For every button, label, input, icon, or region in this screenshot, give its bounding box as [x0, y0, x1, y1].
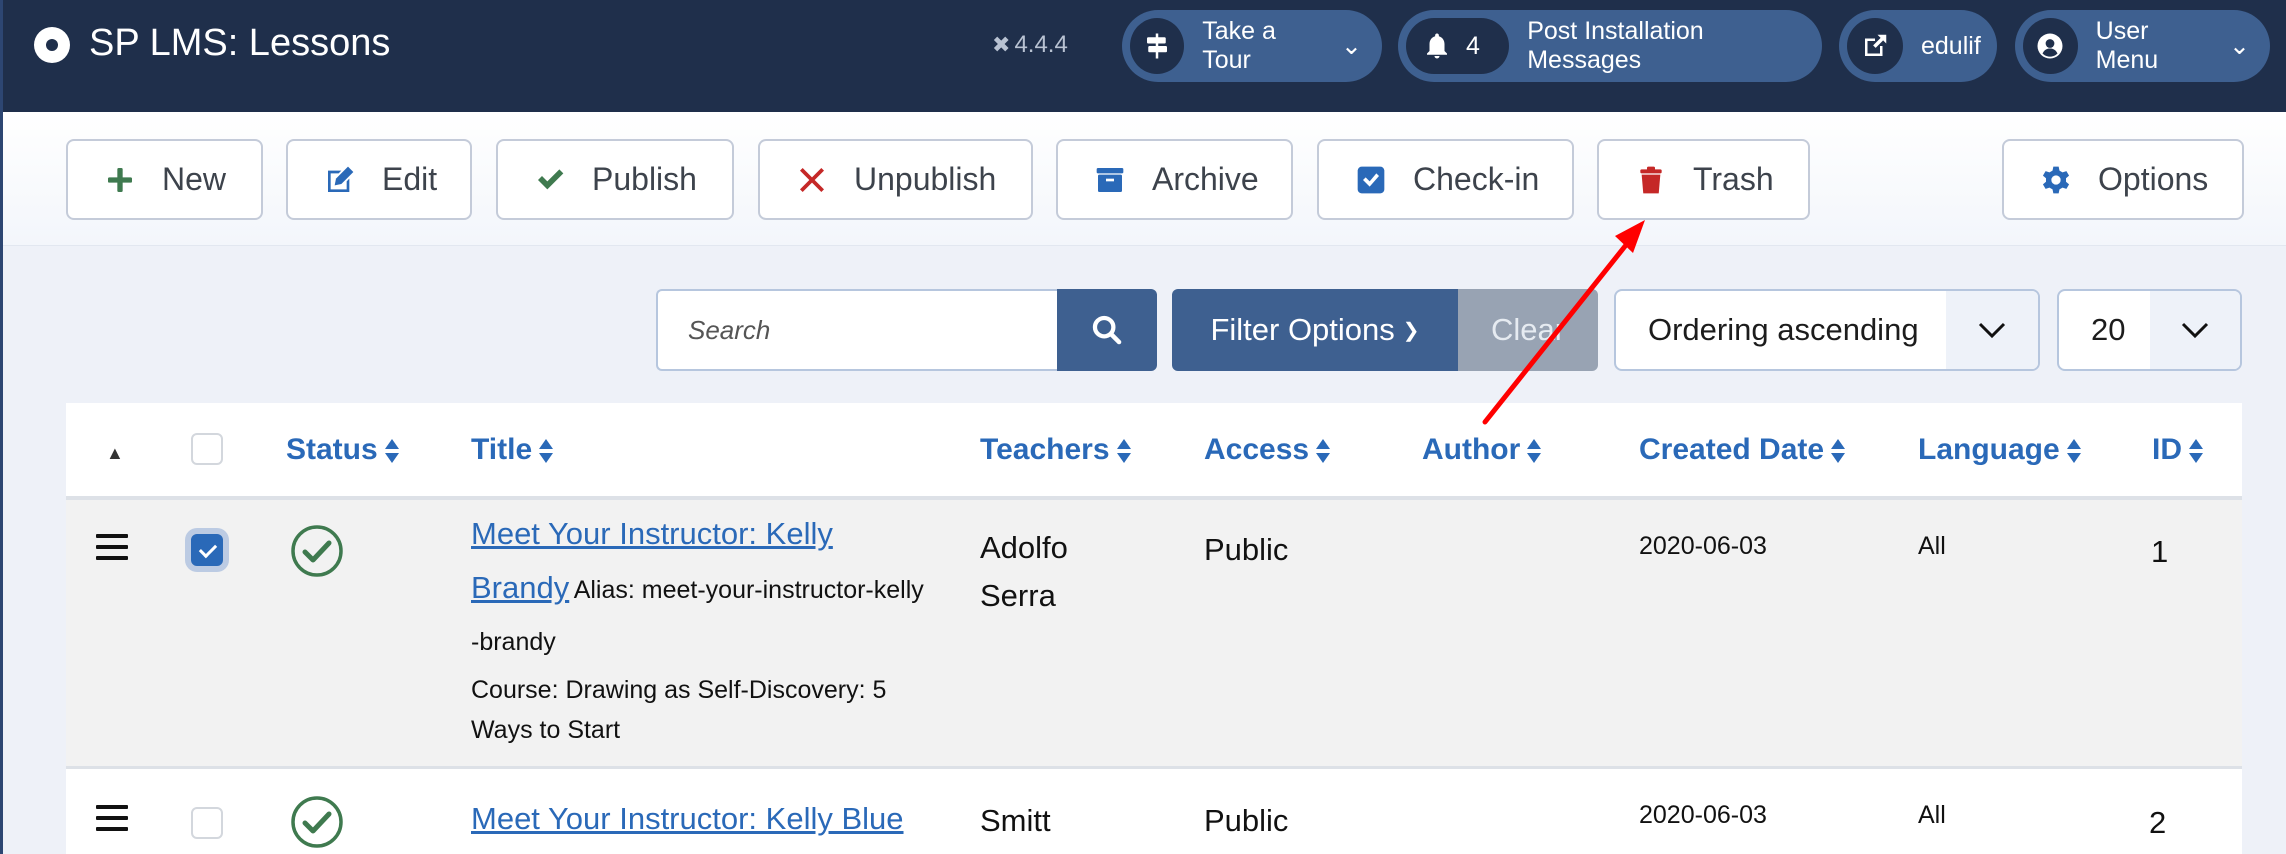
teachers-cell: Smitt — [980, 803, 1051, 838]
sort-icon — [1527, 439, 1542, 464]
published-check-icon[interactable] — [290, 795, 344, 849]
drag-handle-icon[interactable] — [96, 534, 128, 567]
bell-icon — [1427, 33, 1447, 59]
created-date-cell: 2020-06-03 — [1639, 801, 1767, 829]
trash-button[interactable]: Trash — [1597, 139, 1810, 220]
column-header-status[interactable]: Status — [286, 433, 400, 467]
gear-icon — [2038, 162, 2074, 198]
trash-icon — [1633, 162, 1669, 198]
check-icon — [532, 162, 568, 198]
ordering-select[interactable]: Ordering ascending — [1614, 289, 2040, 371]
sort-icon — [2066, 439, 2081, 464]
joomla-icon: ✖ — [992, 32, 1011, 57]
messages-count-badge: 4 — [1466, 31, 1480, 60]
lesson-course: Course: Drawing as Self-Discovery: 5 Way… — [471, 676, 887, 744]
sort-icon — [2189, 439, 2203, 464]
plus-icon — [102, 162, 138, 198]
edit-button[interactable]: Edit — [286, 139, 472, 220]
new-button[interactable]: New — [66, 139, 263, 220]
unpublish-button[interactable]: Unpublish — [758, 139, 1033, 220]
id-cell: 1 — [2151, 534, 2169, 569]
edit-icon — [322, 162, 358, 198]
published-check-icon[interactable] — [290, 524, 344, 578]
archive-button[interactable]: Archive — [1056, 139, 1293, 220]
search-field-wrapper — [656, 289, 1058, 371]
sort-icon — [1316, 439, 1331, 464]
app-header: SP LMS: Lessons ✖ 4.4.4 Take a Tour ⌄ 4 P… — [0, 0, 2286, 112]
filter-options-button[interactable]: Filter Options ❯ — [1172, 289, 1458, 371]
user-circle-icon — [2023, 18, 2078, 74]
column-header-language[interactable]: Language — [1918, 433, 2082, 467]
column-header-id[interactable]: ID — [2152, 433, 2204, 467]
lesson-title-link[interactable]: Meet Your Instructor: Kelly Blue — [471, 801, 904, 836]
table-header: ▲ Status Title Teachers Access Author Cr… — [66, 403, 2242, 500]
chevron-down-icon: ❯ — [1402, 319, 1420, 342]
take-a-tour-button[interactable]: Take a Tour ⌄ — [1122, 10, 1382, 82]
chevron-down-icon: ⌄ — [2229, 32, 2250, 60]
publish-button[interactable]: Publish — [496, 139, 734, 220]
teachers-cell: Adolfo Serra — [980, 530, 1068, 613]
options-button[interactable]: Options — [2002, 139, 2244, 220]
row-checkbox[interactable] — [191, 534, 223, 566]
chevron-down-icon — [2150, 291, 2240, 369]
list-limit-select[interactable]: 20 — [2057, 289, 2242, 371]
chevron-down-icon — [1946, 291, 2038, 369]
column-header-access[interactable]: Access — [1204, 433, 1331, 467]
created-date-cell: 2020-06-03 — [1639, 532, 1767, 560]
archive-icon — [1092, 162, 1128, 198]
select-all-checkbox[interactable] — [191, 433, 223, 465]
column-header-author[interactable]: Author — [1422, 433, 1542, 467]
checkbox-checked-icon — [1353, 162, 1389, 198]
external-link-icon — [1847, 18, 1903, 74]
user-menu-button[interactable]: User Menu ⌄ — [2015, 10, 2270, 82]
sort-icon — [384, 439, 399, 464]
lessons-table: ▲ Status Title Teachers Access Author Cr… — [66, 403, 2242, 854]
column-header-title[interactable]: Title — [471, 433, 554, 467]
view-site-button[interactable]: edulif — [1839, 10, 1997, 82]
ordering-sort-icon[interactable]: ▲ — [106, 443, 124, 464]
id-cell: 2 — [2149, 805, 2167, 840]
page-title: SP LMS: Lessons — [89, 22, 391, 64]
table-row: Meet Your Instructor: Kelly Brandy Alias… — [66, 500, 2242, 769]
search-input[interactable] — [658, 291, 1058, 369]
column-header-teachers[interactable]: Teachers — [980, 433, 1132, 467]
clear-button[interactable]: Clear — [1458, 289, 1598, 371]
chevron-down-icon: ⌄ — [1341, 32, 1362, 60]
drag-handle-icon[interactable] — [96, 805, 128, 838]
sort-icon — [1831, 439, 1846, 464]
times-icon — [794, 162, 830, 198]
post-installation-messages-button[interactable]: 4 Post Installation Messages — [1398, 10, 1822, 82]
access-cell: Public — [1204, 532, 1289, 567]
row-checkbox[interactable] — [191, 807, 223, 839]
signpost-icon — [1130, 18, 1185, 74]
search-icon — [1092, 315, 1122, 345]
language-cell: All — [1918, 801, 1946, 829]
table-row: Meet Your Instructor: Kelly Blue Smitt P… — [66, 769, 2242, 854]
access-cell: Public — [1204, 803, 1289, 838]
search-button[interactable] — [1057, 289, 1157, 371]
sort-icon — [539, 439, 554, 464]
version-label: ✖ 4.4.4 — [992, 31, 1068, 58]
toolbar: New Edit Publish Unpublish Archive Check… — [3, 112, 2286, 246]
sort-icon — [1116, 439, 1131, 464]
app-logo-icon — [34, 27, 70, 63]
language-cell: All — [1918, 532, 1946, 560]
check-in-button[interactable]: Check-in — [1317, 139, 1574, 220]
column-header-created-date[interactable]: Created Date — [1639, 433, 1846, 467]
